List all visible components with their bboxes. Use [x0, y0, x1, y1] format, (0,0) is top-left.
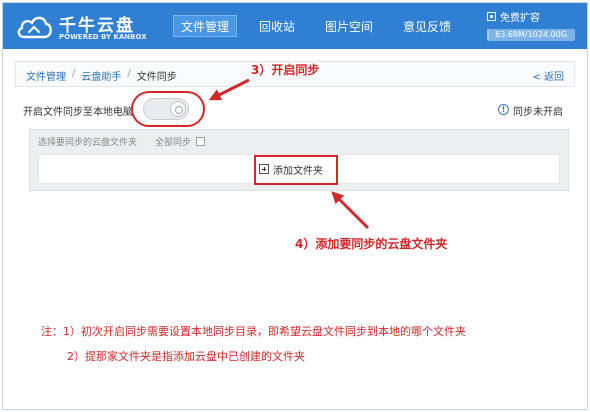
main-nav: 文件管理 回收站 图片空间 意见反馈 [173, 15, 473, 37]
free-upgrade-link[interactable]: 免费扩容 [487, 9, 579, 24]
sync-toggle-label: 开启文件同步至本地电脑 [23, 107, 133, 118]
breadcrumb-file-management[interactable]: 文件管理 [26, 68, 66, 83]
breadcrumb-separator: / [127, 68, 131, 79]
nav-recycle-bin[interactable]: 回收站 [251, 15, 303, 37]
sync-status-text: 同步未开启 [513, 107, 563, 118]
top-header: 千牛云盘 POWERED BY KANBOX 文件管理 回收站 图片空间 意见反… [3, 3, 587, 49]
info-icon: ! [498, 104, 509, 115]
select-all-checkbox[interactable] [196, 137, 206, 146]
app-window: 千牛云盘 POWERED BY KANBOX 文件管理 回收站 图片空间 意见反… [2, 2, 588, 410]
storage-quota: 免费扩容 63.68M/1024.00G [487, 9, 579, 41]
annotation-note-line2: 2）提那家文件夹是指添加云盘中已创建的文件夹 [67, 350, 305, 363]
breadcrumb-separator: / [72, 68, 76, 79]
logo[interactable]: 千牛云盘 POWERED BY KANBOX [15, 9, 165, 43]
nav-feedback[interactable]: 意见反馈 [395, 15, 459, 37]
folder-panel-header: 选择要同步的云盘文件夹 全部同步 [38, 135, 206, 148]
storage-usage-bar: 63.68M/1024.00G [487, 29, 575, 41]
annotation-toggle-highlight [131, 91, 205, 127]
annotation-note-line1: 注：1）初次开启同步需要设置本地同步目录，即希望云盘文件同步到本地的哪个文件夹 [41, 325, 466, 338]
breadcrumb-file-sync: 文件同步 [136, 72, 177, 83]
nav-file-management[interactable]: 文件管理 [173, 15, 238, 37]
back-link[interactable]: < 返回 [532, 68, 564, 83]
arrow-to-add-folder [331, 191, 370, 230]
cloud-logo-icon [17, 16, 52, 39]
select-all-label: 全部同步 [155, 138, 192, 148]
annotation-add-folder-highlight [254, 155, 338, 185]
app-tagline: POWERED BY KANBOX [59, 33, 147, 41]
annotation-step4: 4）添加要同步的云盘文件夹 [295, 237, 448, 251]
nav-image-space[interactable]: 图片空间 [317, 15, 381, 37]
free-upgrade-label: 免费扩容 [500, 13, 540, 24]
breadcrumb-cloud-assistant[interactable]: 云盘助手 [81, 68, 121, 83]
annotation-step3: 3）开启同步 [251, 63, 320, 77]
storage-usage-text: 63.68M/1024.00G [495, 30, 567, 39]
expand-icon [487, 12, 496, 21]
folder-panel-title: 选择要同步的云盘文件夹 [38, 138, 138, 148]
breadcrumb-list: 文件管理 / 云盘助手 / 文件同步 [26, 68, 177, 83]
